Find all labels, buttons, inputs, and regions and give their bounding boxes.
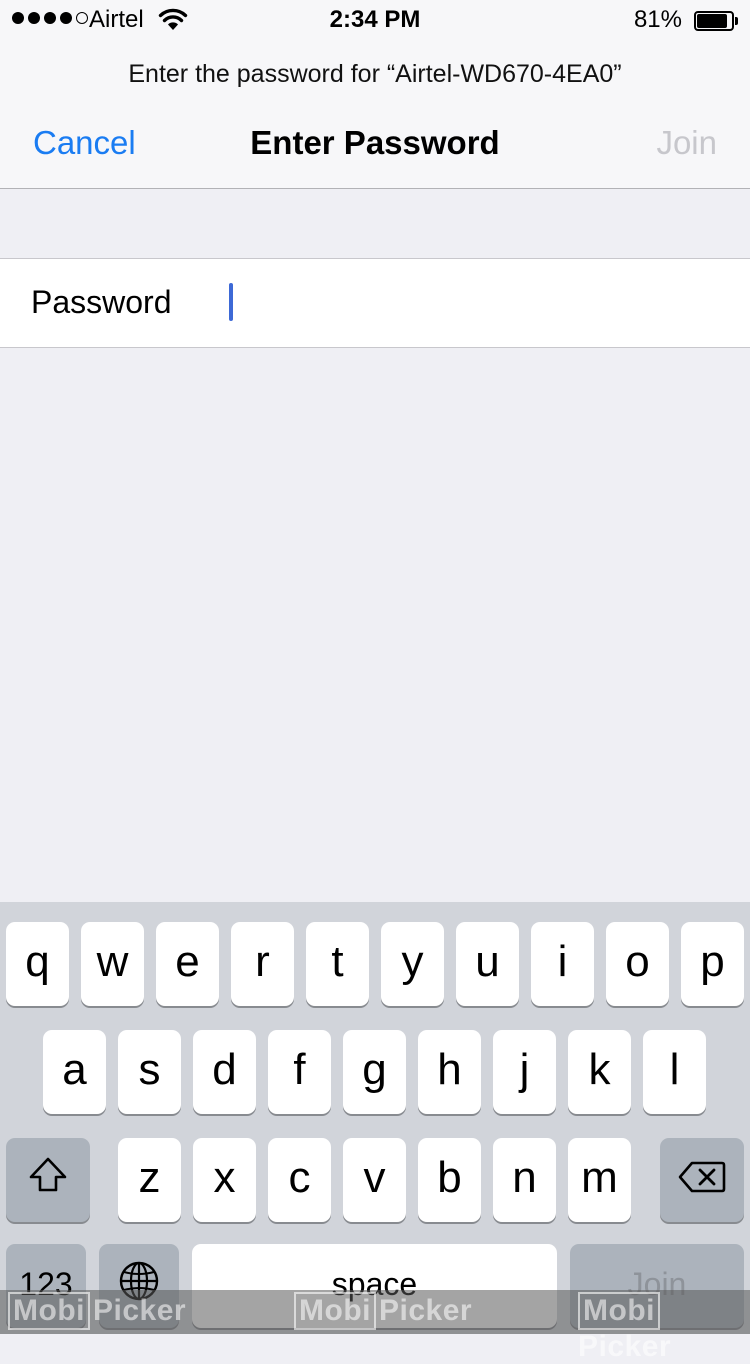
key-h[interactable]: h — [418, 1030, 481, 1114]
battery-percentage: 81% — [633, 6, 682, 33]
join-button[interactable]: Join — [656, 124, 717, 162]
key-f[interactable]: f — [268, 1030, 331, 1114]
shift-key[interactable] — [6, 1138, 90, 1222]
cancel-button[interactable]: Cancel — [33, 124, 136, 162]
password-input[interactable] — [224, 269, 724, 337]
signal-strength-icon — [12, 12, 88, 24]
key-c[interactable]: c — [268, 1138, 331, 1222]
shift-icon — [28, 1155, 68, 1205]
keyboard-join-key[interactable]: Join — [570, 1244, 744, 1328]
key-q[interactable]: q — [6, 922, 69, 1006]
keyboard: qwertyuiop asdfghjkl zxcvbnm 123 space J… — [0, 902, 750, 1334]
space-key[interactable]: space — [192, 1244, 557, 1328]
status-bar: Airtel 2:34 PM 81% — [0, 0, 750, 40]
key-x[interactable]: x — [193, 1138, 256, 1222]
network-prompt: Enter the password for “Airtel-WD670-4EA… — [128, 60, 622, 88]
navigation-header: Enter the password for “Airtel-WD670-4EA… — [0, 40, 750, 189]
key-a[interactable]: a — [43, 1030, 106, 1114]
globe-key[interactable] — [99, 1244, 179, 1328]
key-t[interactable]: t — [306, 922, 369, 1006]
key-s[interactable]: s — [118, 1030, 181, 1114]
key-o[interactable]: o — [606, 922, 669, 1006]
key-u[interactable]: u — [456, 922, 519, 1006]
key-v[interactable]: v — [343, 1138, 406, 1222]
key-b[interactable]: b — [418, 1138, 481, 1222]
key-l[interactable]: l — [643, 1030, 706, 1114]
key-p[interactable]: p — [681, 922, 744, 1006]
key-z[interactable]: z — [118, 1138, 181, 1222]
key-n[interactable]: n — [493, 1138, 556, 1222]
key-e[interactable]: e — [156, 922, 219, 1006]
password-row: Password — [0, 258, 750, 348]
key-r[interactable]: r — [231, 922, 294, 1006]
key-g[interactable]: g — [343, 1030, 406, 1114]
key-m[interactable]: m — [568, 1138, 631, 1222]
delete-key[interactable] — [660, 1138, 744, 1222]
backspace-icon — [678, 1155, 726, 1205]
globe-icon — [118, 1260, 160, 1313]
key-j[interactable]: j — [493, 1030, 556, 1114]
key-d[interactable]: d — [193, 1030, 256, 1114]
password-label: Password — [31, 284, 172, 320]
battery-icon — [694, 11, 738, 31]
key-k[interactable]: k — [568, 1030, 631, 1114]
text-cursor — [229, 283, 233, 321]
key-i[interactable]: i — [531, 922, 594, 1006]
key-w[interactable]: w — [81, 922, 144, 1006]
wifi-icon — [158, 8, 188, 37]
key-y[interactable]: y — [381, 922, 444, 1006]
numbers-key[interactable]: 123 — [6, 1244, 86, 1328]
carrier-name: Airtel — [89, 6, 144, 33]
